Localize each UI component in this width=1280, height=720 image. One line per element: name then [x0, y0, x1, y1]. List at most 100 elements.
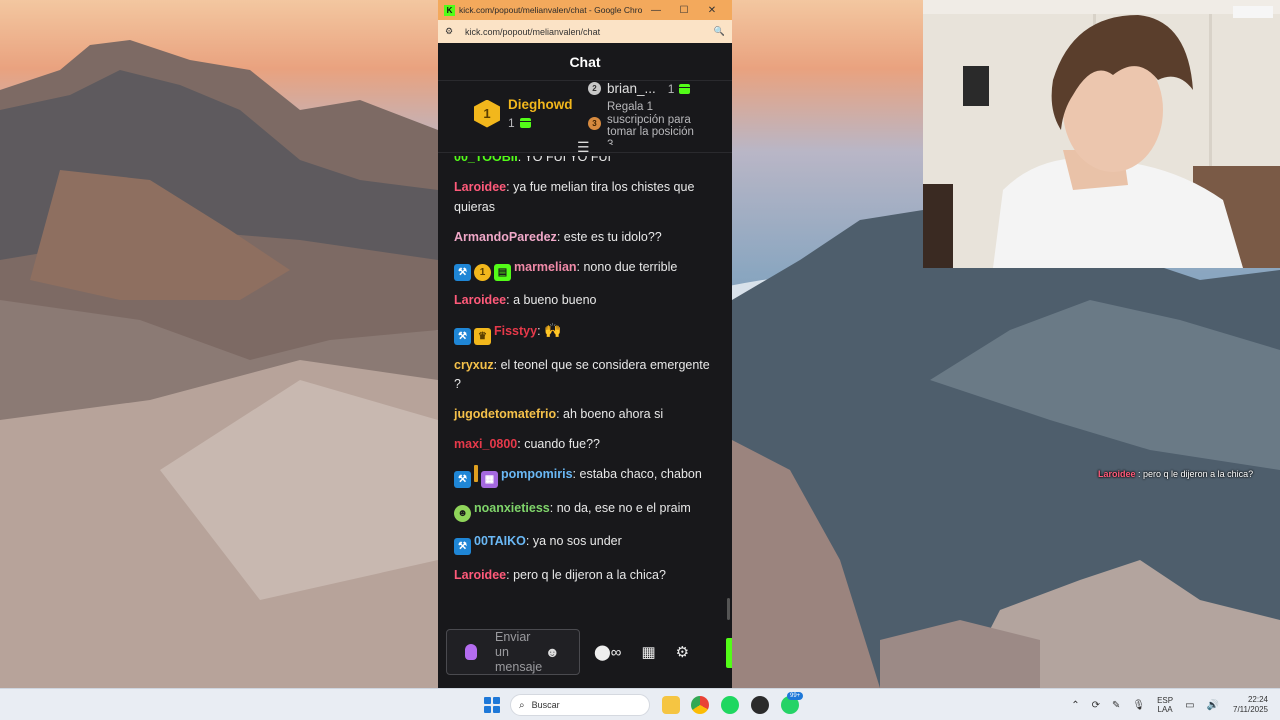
sync-icon[interactable]: ⟳ — [1092, 700, 1100, 711]
chat-username[interactable]: cryxuz — [454, 358, 494, 372]
search-icon: ⌕ — [519, 699, 525, 711]
chat-input-row: Enviar un mensaje ☻ ⬤∞ ▦ ⚙ — [438, 628, 732, 676]
tier-badge-icon[interactable] — [474, 465, 478, 482]
chat-username[interactable]: 00_TOOBII — [454, 156, 518, 164]
network-icon[interactable]: ▭ — [1185, 700, 1194, 711]
webcam-feed — [923, 0, 1280, 268]
clock[interactable]: 22:24 7/11/2025 — [1233, 695, 1268, 715]
emoji-icon[interactable]: ☻ — [545, 644, 560, 660]
moderator-badge-icon[interactable]: ⚒ — [454, 328, 471, 345]
purple-gift-badge-icon[interactable]: ▦ — [481, 471, 498, 488]
chevron-up-icon[interactable]: ⌃ — [1071, 700, 1079, 711]
vip-crown-icon[interactable]: ♛ — [474, 328, 491, 345]
chat-message[interactable]: ⚒ 00TAIKO: ya no sos under — [454, 532, 718, 555]
taskbar-search-placeholder: Buscar — [531, 700, 560, 710]
zoom-icon[interactable]: 🔍 — [714, 26, 725, 37]
chat-message-list: 00_TOOBII: YO FUI YO FUI Laroidee: ya fue… — [438, 156, 732, 618]
settings-gear-icon[interactable]: ⚙ — [676, 643, 689, 661]
moderator-badge-icon[interactable]: ⚒ — [454, 471, 471, 488]
leaderboard-second-name: brian_... — [607, 81, 656, 96]
chat-message-text: nono due terrible — [583, 259, 678, 274]
chat-username[interactable]: ArmandoParedez — [454, 230, 557, 244]
chat-message[interactable]: 00_TOOBII: YO FUI YO FUI — [454, 156, 718, 168]
chat-username[interactable]: marmelian — [514, 260, 577, 274]
url-text[interactable]: kick.com/popout/melianvalen/chat — [465, 27, 714, 37]
taskbar: ⌕ Buscar ⌃ ⟳ ✎ 🎙 ESP LAA ▭ 🔊 22:24 7/11/… — [0, 688, 1280, 720]
collapse-leaderboard-icon[interactable]: ☰ — [577, 139, 590, 156]
site-settings-icon[interactable]: ⚙ — [445, 26, 459, 37]
chat-message[interactable]: ⚒ ♛ Fisstyy: 🙌 — [454, 321, 718, 345]
leaderboard-first[interactable]: 1 Dieghowd 1 — [474, 97, 573, 130]
chat-scrollbar[interactable] — [727, 598, 730, 620]
leaderboard-second-count: 1 — [667, 81, 675, 96]
chat-username[interactable]: 00TAIKO — [474, 534, 526, 548]
chat-message-text: ah boeno ahora si — [563, 407, 664, 421]
obs-icon[interactable] — [751, 696, 769, 714]
chat-message-text: estaba chaco, chabon — [579, 467, 702, 481]
moderator-badge-icon[interactable]: ⚒ — [454, 263, 471, 281]
chat-message-text: este es tu idolo?? — [563, 229, 662, 244]
system-tray: ⌃ ⟳ ✎ 🎙 ESP LAA ▭ 🔊 22:24 7/11/2025 — [1065, 689, 1280, 720]
window-title: kick.com/popout/melianvalen/chat - Googl… — [459, 5, 642, 15]
bot-badge-icon[interactable]: ☻ — [454, 504, 471, 522]
windows-start-icon[interactable] — [484, 697, 500, 713]
chat-username[interactable]: Laroidee — [454, 180, 506, 194]
webcam-person — [923, 0, 1280, 268]
subscriber-badge-icon[interactable]: 1 — [474, 263, 491, 281]
store-icon[interactable]: ▦ — [641, 643, 655, 661]
maximize-button[interactable]: ☐ — [670, 5, 698, 16]
chat-message[interactable]: Laroidee: pero q le dijeron a la chica? — [454, 566, 718, 586]
language-indicator[interactable]: ESP LAA — [1157, 696, 1173, 714]
chat-input-placeholder[interactable]: Enviar un mensaje — [495, 630, 542, 675]
silver-rank-icon: 2 — [588, 82, 601, 95]
gold-medal-icon: 1 — [474, 99, 500, 128]
taskbar-search[interactable]: ⌕ Buscar — [510, 694, 650, 716]
gifter-badge-icon[interactable]: ▤ — [494, 263, 511, 281]
chat-message[interactable]: Laroidee: ya fue melian tira los chistes… — [454, 178, 718, 217]
microphone-icon[interactable] — [465, 644, 477, 660]
chat-input[interactable]: Enviar un mensaje ☻ — [446, 629, 580, 675]
volume-icon[interactable]: 🔊 — [1207, 700, 1219, 711]
chat-username[interactable]: Laroidee — [454, 293, 506, 307]
spotify-icon[interactable] — [721, 696, 739, 714]
chat-username[interactable]: pompomiris — [501, 467, 573, 481]
clock-date: 7/11/2025 — [1233, 705, 1268, 714]
notification-badge: 99+ — [787, 692, 804, 700]
chat-message[interactable]: ⚒ 1 ▤ marmelian: nono due terrible — [454, 258, 718, 281]
chat-message[interactable]: ⚒ ▦ pompomiris: estaba chaco, chabon — [454, 465, 718, 488]
chat-message[interactable]: ☻ noanxietiess: no da, ese no e el praim — [454, 499, 718, 522]
clock-time: 22:24 — [1247, 695, 1268, 704]
chat-message[interactable]: ArmandoParedez: este es tu idolo?? — [454, 228, 718, 248]
leaderboard-third: 3 Regala 1 suscripción para tomar la pos… — [588, 101, 697, 145]
address-bar[interactable]: ⚙ kick.com/popout/melianvalen/chat 🔍 — [438, 20, 732, 43]
file-explorer-icon[interactable] — [662, 696, 680, 714]
mic-tray-icon[interactable]: 🎙 — [1132, 700, 1145, 711]
chat-popout-window: K kick.com/popout/melianvalen/chat - Goo… — [438, 0, 732, 688]
chat-emote[interactable]: 🙌 — [544, 321, 561, 341]
chat-username[interactable]: maxi_0800 — [454, 437, 517, 451]
chat-username[interactable]: jugodetomatefrio — [454, 407, 556, 421]
leaderboard-third-text: Regala 1 suscripción para tomar la posic… — [607, 101, 694, 145]
chat-message[interactable]: jugodetomatefrio: ah boeno ahora si — [454, 405, 718, 425]
overlay-username: Laroidee — [1098, 469, 1136, 479]
chat-actions: ⬤∞ ▦ ⚙ — [594, 643, 709, 661]
pen-icon[interactable]: ✎ — [1112, 700, 1120, 711]
chat-message-text: ya no sos under — [532, 534, 622, 548]
moderator-badge-icon[interactable]: ⚒ — [454, 538, 471, 555]
chat-username[interactable]: Fisstyy — [494, 324, 537, 338]
chat-message[interactable]: cryxuz: el teonel que se considera emerg… — [454, 356, 718, 395]
gift-icon — [519, 118, 531, 128]
minimize-button[interactable]: — — [642, 5, 670, 16]
window-titlebar: K kick.com/popout/melianvalen/chat - Goo… — [438, 0, 732, 20]
chat-username[interactable]: Laroidee — [454, 568, 506, 582]
leaderboard-second[interactable]: 2 brian_... 1 — [588, 81, 691, 96]
chat-username[interactable]: noanxietiess — [474, 501, 550, 515]
send-indicator[interactable] — [726, 638, 732, 668]
kick-logo-icon: K — [444, 4, 455, 16]
channel-points-icon[interactable]: ⬤∞ — [594, 643, 621, 661]
close-button[interactable]: ✕ — [698, 5, 726, 16]
chat-message-text: a bueno bueno — [513, 293, 597, 307]
chat-message[interactable]: Laroidee: a bueno bueno — [454, 291, 718, 311]
chrome-icon[interactable] — [691, 696, 709, 714]
chat-message[interactable]: maxi_0800: cuando fue?? — [454, 435, 718, 455]
